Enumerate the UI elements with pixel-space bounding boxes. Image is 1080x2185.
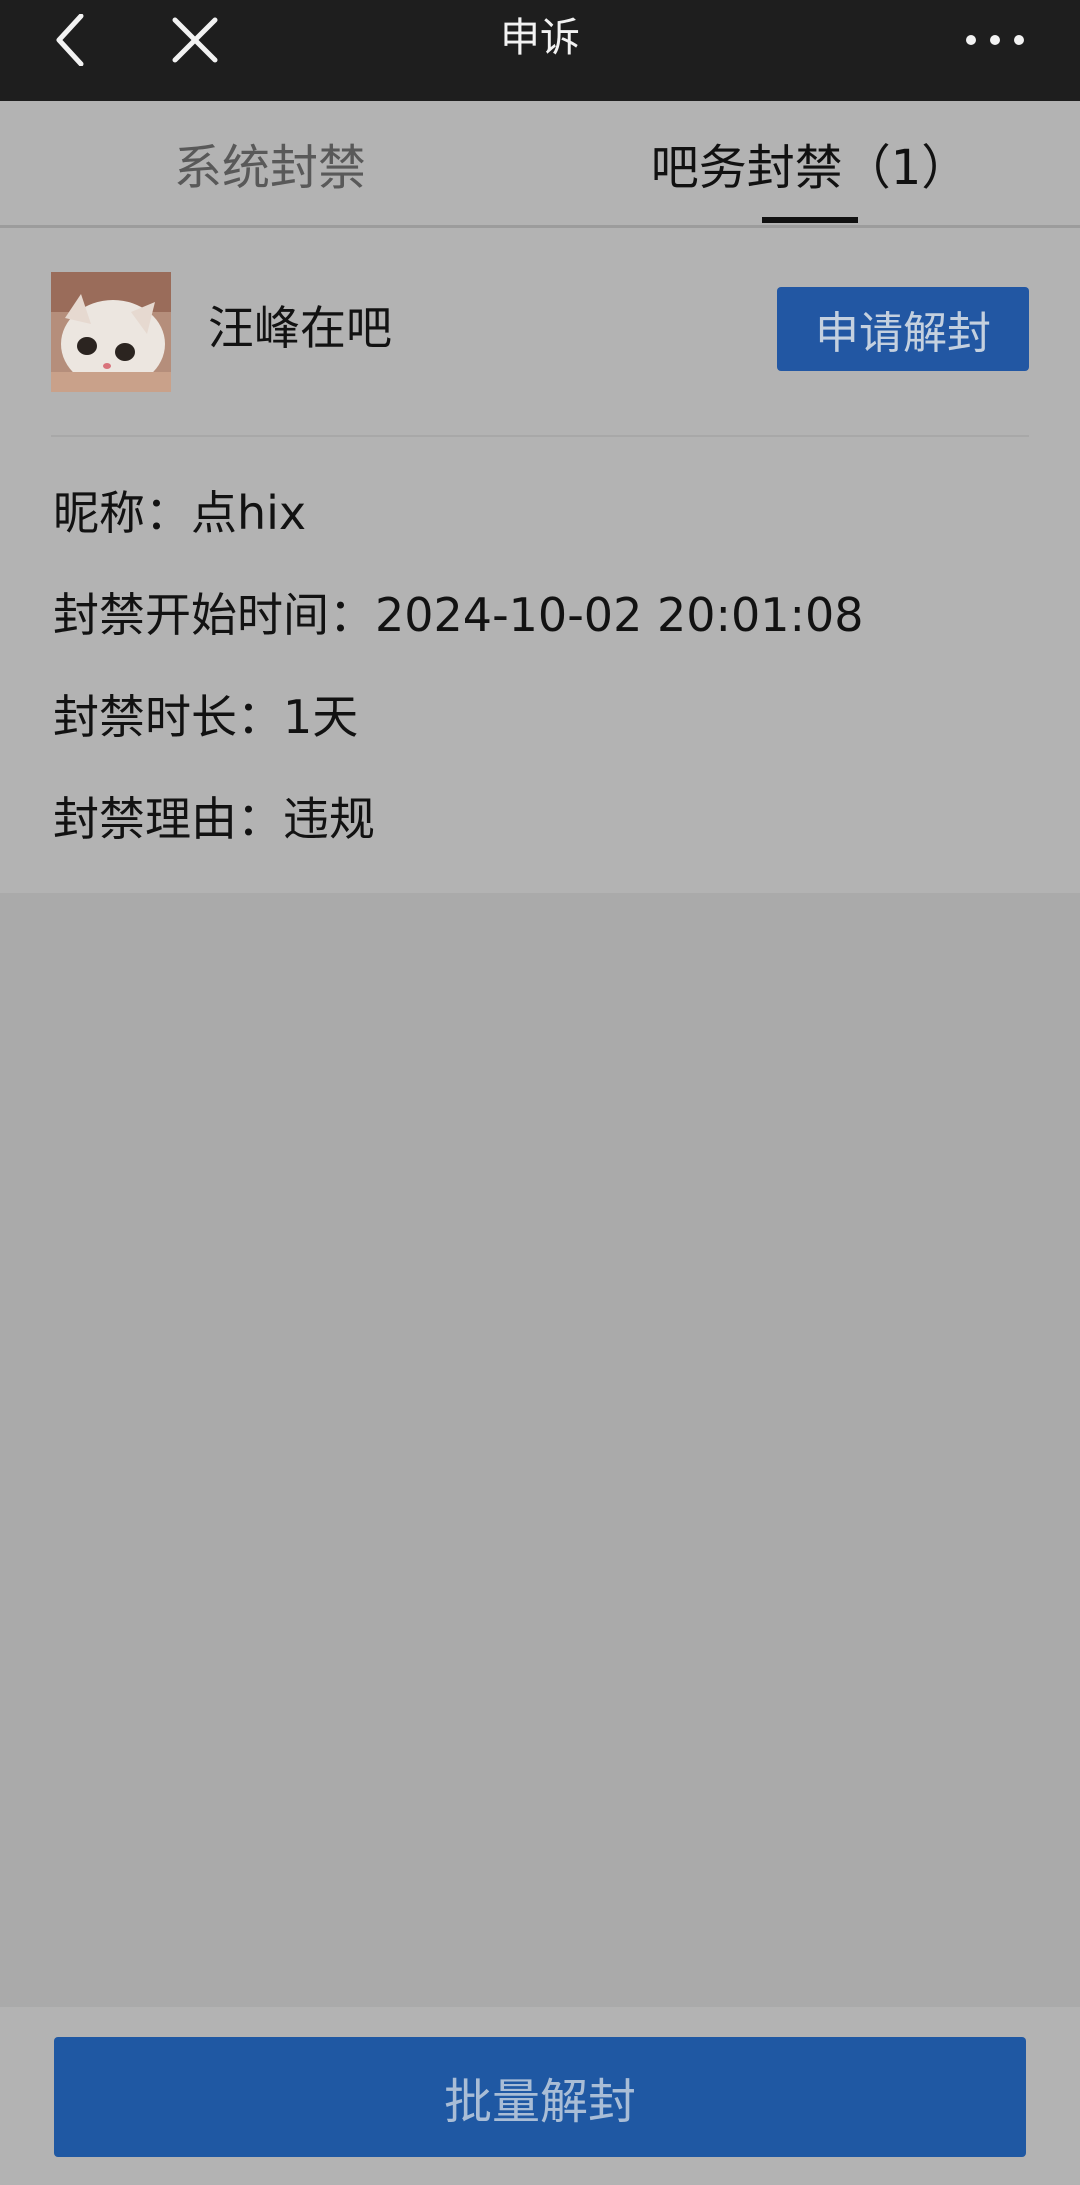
ban-start-time-row: 封禁开始时间：2024-10-02 20:01:08 [53, 585, 864, 645]
batch-unban-button[interactable]: 批量解封 [54, 2037, 1026, 2157]
tab-bar-ban[interactable]: 吧务封禁（1） [540, 101, 1080, 225]
nickname-row: 昵称：点hix [53, 483, 306, 543]
ban-duration-label: 封禁时长： [53, 690, 283, 744]
ban-duration-row: 封禁时长：1天 [53, 687, 358, 747]
ban-duration-value: 1天 [283, 690, 359, 744]
apply-unban-button[interactable]: 申请解封 [777, 287, 1029, 371]
page-title: 申诉 [500, 15, 580, 61]
ban-reason-value: 违规 [283, 792, 375, 846]
ban-start-time-label: 封禁开始时间： [53, 588, 375, 642]
more-icon[interactable] [955, 0, 1035, 80]
top-navigation-bar: 申诉 [0, 0, 1080, 101]
bottom-action-area: 批量解封 [0, 2007, 1080, 2185]
ban-reason-row: 封禁理由：违规 [53, 789, 375, 849]
nickname-label: 昵称： [53, 486, 191, 540]
ban-start-time-value: 2024-10-02 20:01:08 [375, 588, 864, 642]
active-tab-indicator [762, 217, 858, 223]
divider [51, 435, 1029, 437]
ban-record-card: 汪峰在吧 申请解封 昵称：点hix 封禁开始时间：2024-10-02 20:0… [0, 228, 1080, 893]
tab-bar: 系统封禁 吧务封禁（1） [0, 101, 1080, 228]
ban-reason-label: 封禁理由： [53, 792, 283, 846]
nickname-value: 点hix [191, 486, 307, 540]
bar-name[interactable]: 汪峰在吧 [208, 298, 392, 358]
tab-system-ban[interactable]: 系统封禁 [0, 101, 540, 225]
bar-avatar[interactable] [51, 272, 171, 392]
